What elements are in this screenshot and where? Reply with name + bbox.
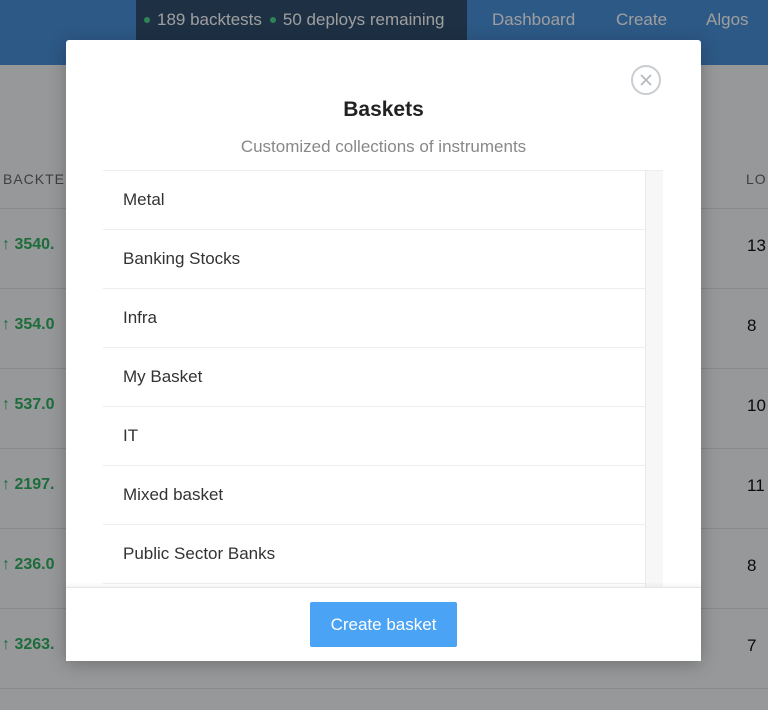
basket-item-metal[interactable]: Metal [103,171,645,230]
basket-item-public-sector-banks[interactable]: Public Sector Banks [103,525,645,584]
baskets-modal: Baskets Customized collections of instru… [66,40,701,661]
basket-item-infra[interactable]: Infra [103,289,645,348]
create-basket-button[interactable]: Create basket [310,602,457,647]
close-icon [640,74,652,86]
list-scrollbar[interactable] [645,171,663,588]
modal-title: Baskets [343,98,424,121]
modal-subtitle: Customized collections of instruments [240,137,527,156]
basket-item-my-basket[interactable]: My Basket [103,348,645,407]
basket-item-banking-stocks[interactable]: Banking Stocks [103,230,645,289]
modal-footer: Create basket [66,587,701,661]
basket-list: Metal Banking Stocks Infra My Basket IT … [103,170,663,588]
close-button[interactable] [631,65,661,95]
basket-item-mixed-basket[interactable]: Mixed basket [103,466,645,525]
basket-item-it[interactable]: IT [103,407,645,466]
app-page: 189 backtests 50 deploys remaining Dashb… [0,0,768,710]
